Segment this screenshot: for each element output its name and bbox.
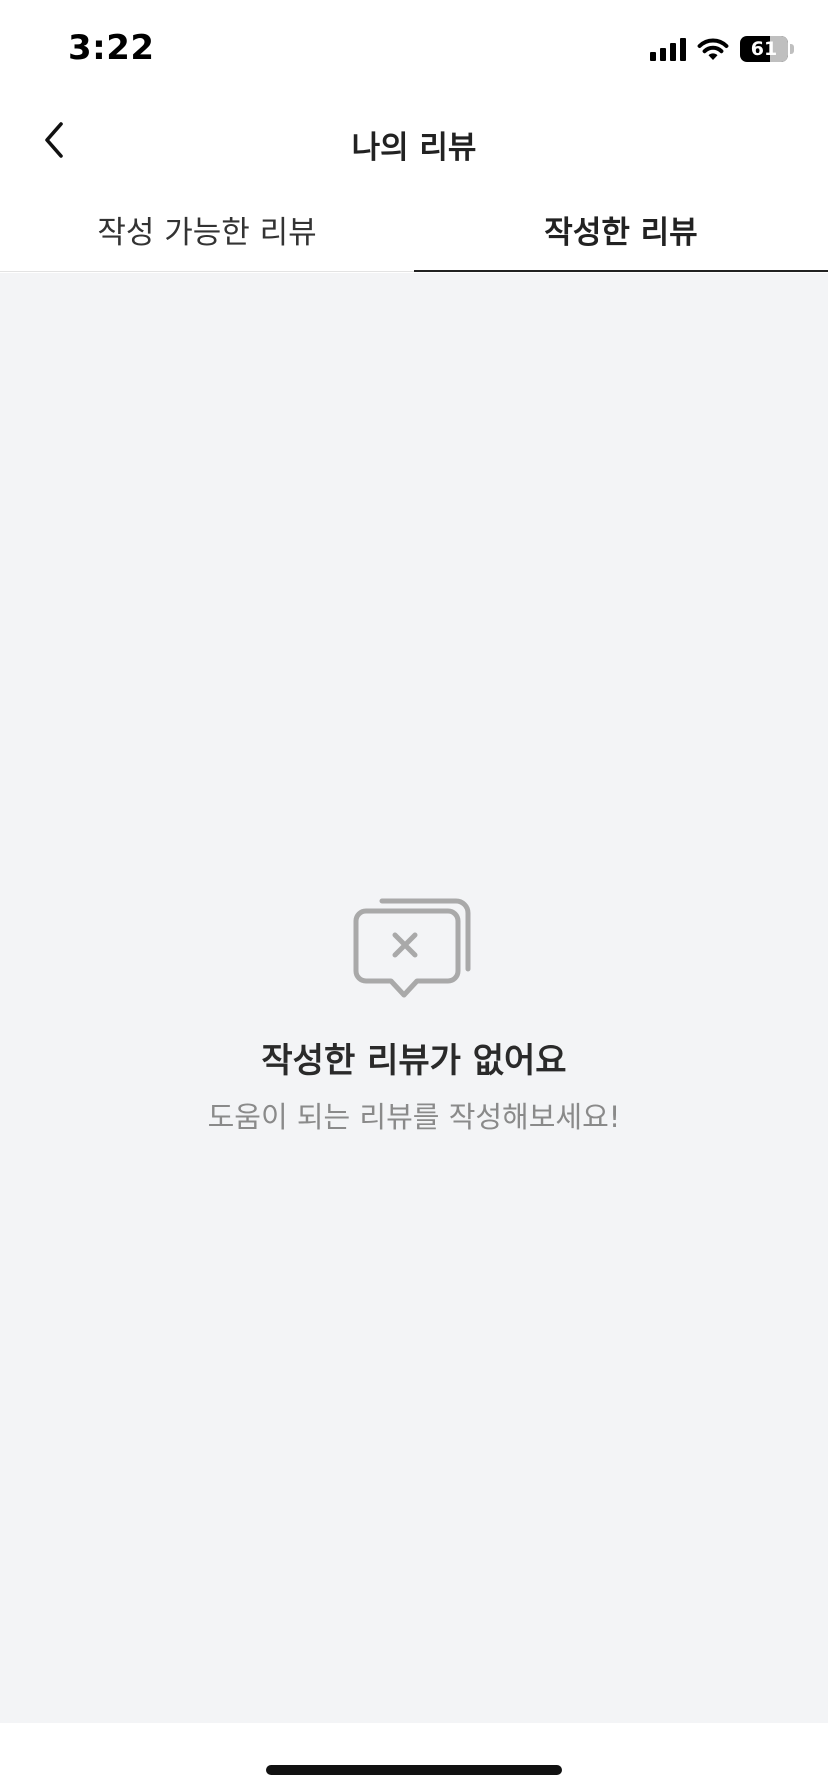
chat-bubble-x-icon (353, 898, 471, 998)
status-bar: 3:22 61 (0, 0, 828, 100)
cellular-signal-icon (650, 37, 686, 61)
nav-header: 나의 리뷰 (0, 100, 828, 180)
page-title: 나의 리뷰 (351, 130, 477, 166)
wifi-icon (697, 38, 729, 60)
tab-writable-reviews[interactable]: 작성 가능한 리뷰 (0, 188, 414, 271)
empty-state-subtitle: 도움이 되는 리뷰를 작성해보세요! (207, 1100, 621, 1134)
status-time: 3:22 (68, 28, 155, 68)
battery-tip (790, 44, 794, 54)
battery-icon: 61 (740, 36, 788, 62)
status-icons: 61 (650, 34, 794, 64)
battery-level: 61 (750, 38, 778, 60)
screen: 3:22 61 나의 리뷰 작성 가능한 리뷰 작성한 리뷰 작성한 리뷰가 없… (0, 0, 828, 1792)
bottom-safe-area (0, 1723, 828, 1792)
tab-bar: 작성 가능한 리뷰 작성한 리뷰 (0, 188, 828, 272)
empty-state-title: 작성한 리뷰가 없어요 (261, 1041, 567, 1081)
tab-written-reviews[interactable]: 작성한 리뷰 (414, 188, 828, 272)
home-indicator[interactable] (266, 1765, 562, 1775)
empty-state: 작성한 리뷰가 없어요 도움이 되는 리뷰를 작성해보세요! (0, 893, 828, 1136)
content-area: 작성한 리뷰가 없어요 도움이 되는 리뷰를 작성해보세요! (0, 273, 828, 1723)
